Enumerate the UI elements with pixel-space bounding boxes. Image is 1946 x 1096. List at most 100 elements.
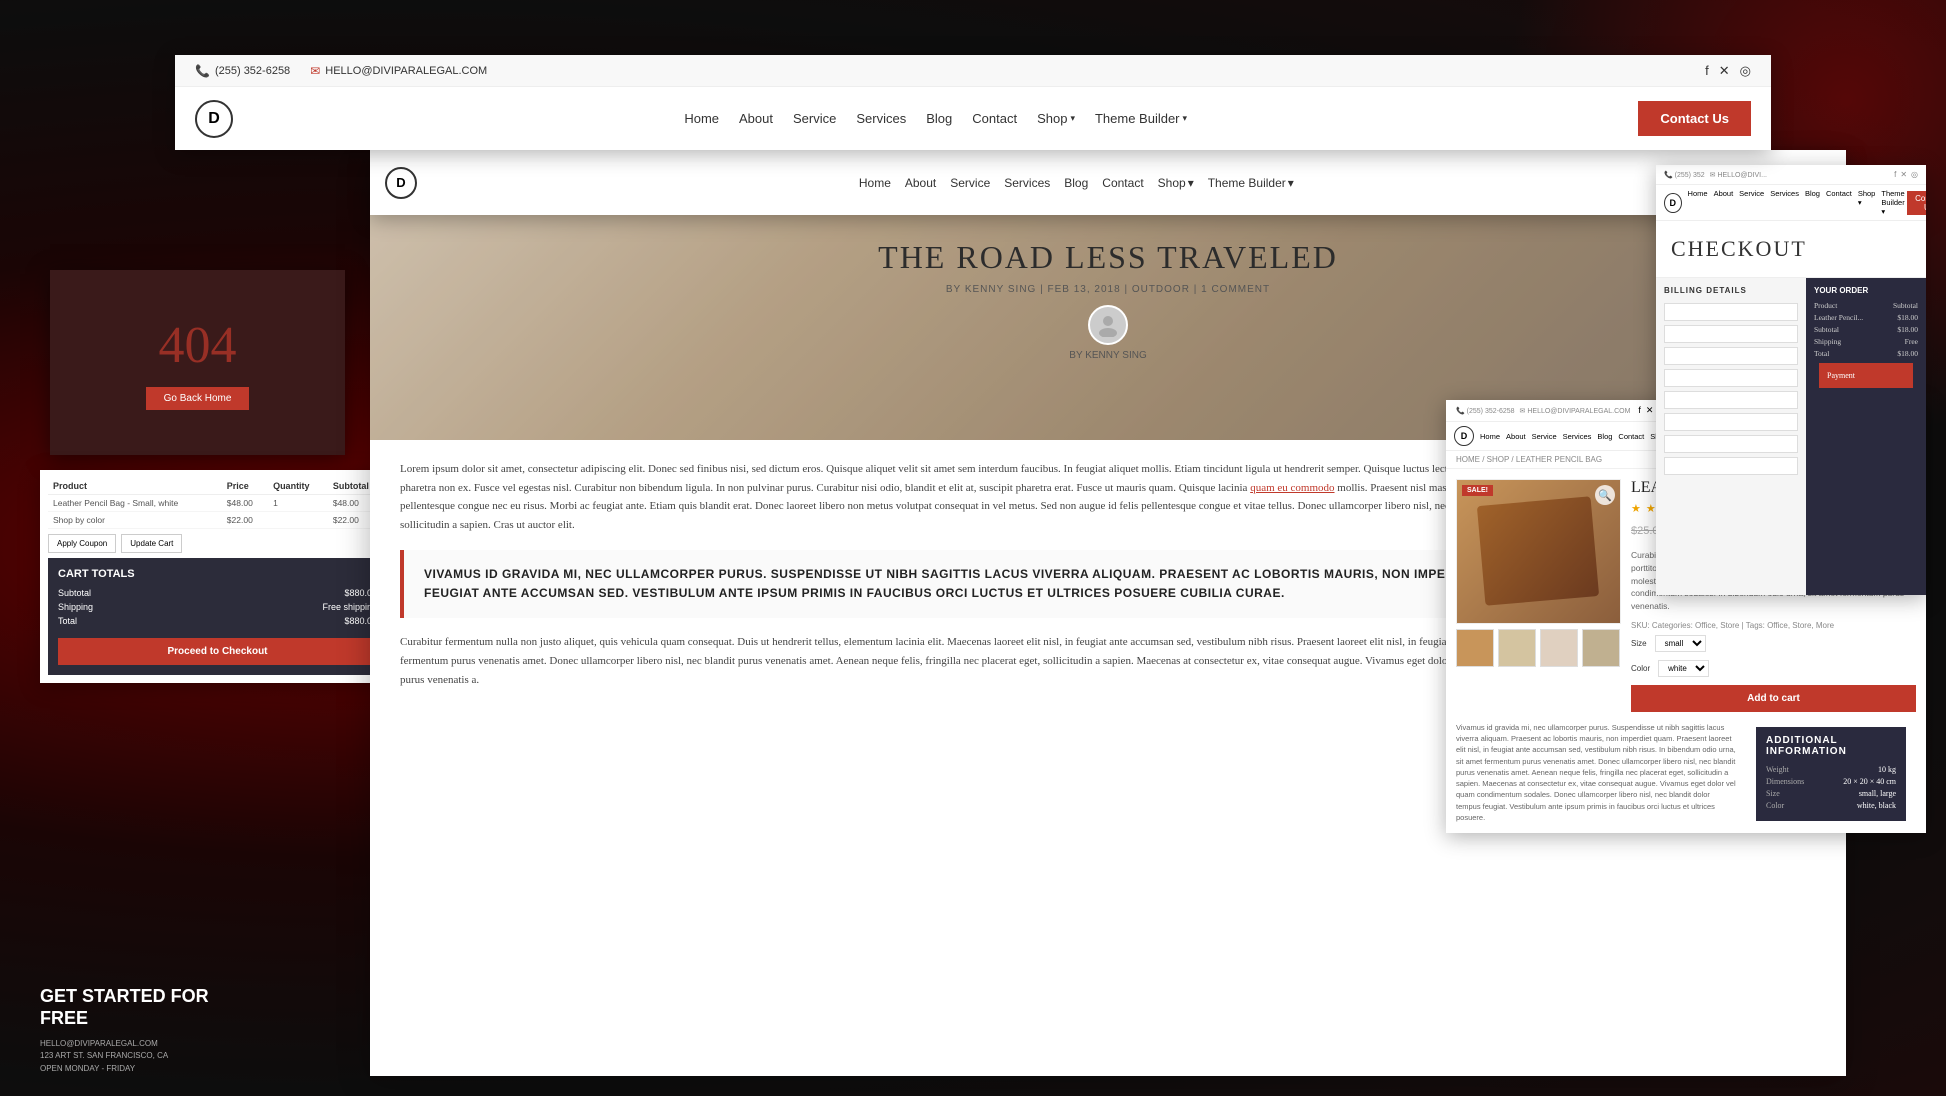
- product-nav-contact[interactable]: Contact: [1618, 432, 1644, 441]
- nav2-logo[interactable]: D: [385, 167, 417, 199]
- product-nav-about[interactable]: About: [1506, 432, 1526, 441]
- error-back-button[interactable]: Go Back Home: [146, 387, 250, 410]
- nav-theme-builder[interactable]: Theme Builder ▾: [1095, 111, 1187, 126]
- product-nav-services[interactable]: Services: [1563, 432, 1592, 441]
- checkout-phone: 📞 (255) 352: [1664, 171, 1705, 179]
- checkout-order-subtotal: Subtotal $18.00: [1814, 325, 1918, 334]
- cart-subtotal-row: Subtotal $880.00: [58, 588, 377, 598]
- product-thumb-2[interactable]: [1498, 629, 1536, 667]
- checkout-logo[interactable]: D: [1664, 193, 1682, 213]
- product-image-area: 🔍 SALE!: [1456, 479, 1621, 712]
- article-by: BY: [946, 284, 965, 295]
- zoom-icon[interactable]: 🔍: [1595, 485, 1615, 505]
- product-thumb-1[interactable]: [1456, 629, 1494, 667]
- instagram-icon[interactable]: ◎: [1740, 63, 1751, 79]
- product-color-option: Color white black: [1631, 660, 1916, 677]
- get-started-title: GET STARTED FOR FREE: [40, 986, 260, 1029]
- nav2-theme-builder-chevron-icon: ▾: [1288, 176, 1294, 190]
- update-cart-button[interactable]: Update Cart: [121, 534, 182, 553]
- product-thumb-3[interactable]: [1540, 629, 1578, 667]
- cart-shipping-label: Shipping: [58, 602, 93, 612]
- shop-chevron-icon: ▾: [1070, 113, 1075, 124]
- nav-shop[interactable]: Shop ▾: [1037, 111, 1075, 126]
- article-meta: BY KENNY SING | FEB 13, 2018 | OUTDOOR |…: [946, 284, 1270, 295]
- article-link[interactable]: quam eu commodo: [1250, 482, 1334, 494]
- twitter-icon[interactable]: ✕: [1719, 63, 1730, 79]
- checkout-address-field[interactable]: [1664, 391, 1798, 409]
- nav-contact[interactable]: Contact: [972, 111, 1017, 126]
- checkout-billing-title: BILLING DETAILS: [1664, 286, 1798, 295]
- cart-item-2-qty: [268, 512, 328, 529]
- nav2-contact[interactable]: Contact: [1102, 176, 1143, 190]
- checkout-state-field[interactable]: [1664, 435, 1798, 453]
- checkout-nav-services[interactable]: Services: [1770, 189, 1799, 216]
- nav-about[interactable]: About: [739, 111, 773, 126]
- get-started-hours: OPEN MONDAY - FRIDAY: [40, 1063, 260, 1076]
- additional-size-value: small, large: [1859, 789, 1896, 798]
- checkout-contact-btn[interactable]: Contact Us: [1907, 191, 1926, 215]
- product-nav-home[interactable]: Home: [1480, 432, 1500, 441]
- cart-item-1-qty: 1: [268, 495, 328, 512]
- product-nav-service[interactable]: Service: [1532, 432, 1557, 441]
- checkout-nav-about[interactable]: About: [1714, 189, 1734, 216]
- article-date: FEB 13, 2018: [1048, 284, 1121, 295]
- size-select[interactable]: small large: [1655, 635, 1706, 652]
- checkout-company-field[interactable]: [1664, 347, 1798, 365]
- product-thumb-4[interactable]: [1582, 629, 1620, 667]
- checkout-order-header: Product Subtotal: [1814, 301, 1918, 310]
- nav2-home[interactable]: Home: [859, 176, 891, 190]
- checkout-nav-blog[interactable]: Blog: [1805, 189, 1820, 216]
- nav2-theme-builder[interactable]: Theme Builder ▾: [1208, 176, 1294, 190]
- product-sku: SKU: Categories: Office, Store | Tags: O…: [1631, 621, 1916, 630]
- add-to-cart-button[interactable]: Add to cart: [1631, 685, 1916, 712]
- checkout-lastname-field[interactable]: [1664, 325, 1798, 343]
- article-title: THE ROAD LESS TRAVELED: [878, 239, 1338, 276]
- checkout-firstname-field[interactable]: [1664, 303, 1798, 321]
- proceed-to-checkout-button[interactable]: Proceed to Checkout: [58, 638, 377, 665]
- checkout-nav-home[interactable]: Home: [1688, 189, 1708, 216]
- nav-links: Home About Service Services Blog Contact…: [684, 111, 1187, 126]
- article-author: KENNY SING: [965, 284, 1037, 295]
- nav2-service[interactable]: Service: [950, 176, 990, 190]
- product-size-option: Size small large: [1631, 635, 1916, 652]
- star-1: ★: [1631, 502, 1641, 515]
- checkout-nav: D Home About Service Services Blog Conta…: [1664, 189, 1907, 216]
- size-label: Size: [1631, 639, 1647, 648]
- nav-service[interactable]: Service: [793, 111, 836, 126]
- product-nav-blog[interactable]: Blog: [1597, 432, 1612, 441]
- facebook-icon[interactable]: f: [1705, 63, 1709, 78]
- apply-coupon-button[interactable]: Apply Coupon: [48, 534, 116, 553]
- checkout-body: BILLING DETAILS YOUR ORDER Product Subto…: [1656, 278, 1926, 595]
- nav2-blog[interactable]: Blog: [1064, 176, 1088, 190]
- nav2-services[interactable]: Services: [1004, 176, 1050, 190]
- checkout-nav-shop[interactable]: Shop ▾: [1858, 189, 1876, 216]
- checkout-nav-theme[interactable]: Theme Builder ▾: [1881, 189, 1907, 216]
- product-logo[interactable]: D: [1454, 426, 1474, 446]
- checkout-country-field[interactable]: [1664, 369, 1798, 387]
- additional-color-row: Color white, black: [1766, 801, 1896, 810]
- article-separator3: |: [1194, 284, 1201, 295]
- additional-size-row: Size small, large: [1766, 789, 1896, 798]
- email-info: ✉ HELLO@DIVIPARALEGAL.COM: [310, 64, 487, 78]
- checkout-zip-field[interactable]: [1664, 457, 1798, 475]
- checkout-tw-icon: ✕: [1900, 170, 1907, 179]
- site-logo[interactable]: D: [195, 100, 233, 138]
- nav-home[interactable]: Home: [684, 111, 719, 126]
- article-category: OUTDOOR: [1132, 284, 1190, 295]
- nav2-shop[interactable]: Shop ▾: [1158, 176, 1194, 190]
- color-select[interactable]: white black: [1658, 660, 1709, 677]
- checkout-order-title: YOUR ORDER: [1814, 286, 1918, 295]
- nav-services[interactable]: Services: [856, 111, 906, 126]
- checkout-social: f ✕ ◎: [1894, 170, 1918, 179]
- email-address: HELLO@DIVIPARALEGAL.COM: [325, 65, 487, 77]
- top-bar: 📞 (255) 352-6258 ✉ HELLO@DIVIPARALEGAL.C…: [175, 55, 1771, 87]
- checkout-order-item: Leather Pencil... $18.00: [1814, 313, 1918, 322]
- checkout-nav-contact[interactable]: Contact: [1826, 189, 1852, 216]
- nav-blog[interactable]: Blog: [926, 111, 952, 126]
- get-started-section: GET STARTED FOR FREE HELLO@DIVIPARALEGAL…: [40, 986, 260, 1076]
- nav2-about[interactable]: About: [905, 176, 936, 190]
- checkout-nav-service[interactable]: Service: [1739, 189, 1764, 216]
- checkout-city-field[interactable]: [1664, 413, 1798, 431]
- product-email-top: ✉ HELLO@DIVIPARALEGAL.COM: [1520, 407, 1631, 415]
- contact-us-button-top[interactable]: Contact Us: [1638, 101, 1751, 136]
